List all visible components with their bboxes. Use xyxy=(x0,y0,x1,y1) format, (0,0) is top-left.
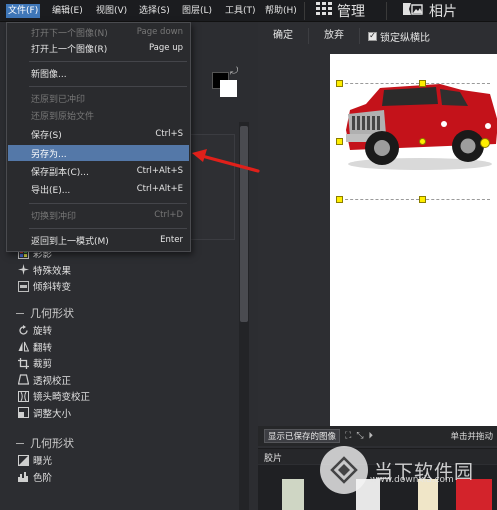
crop-icon xyxy=(18,357,29,369)
file-menu-dropdown: 打开下一个图像(N) Page down 打开上一个图像(R) Page up 新图… xyxy=(6,22,191,252)
toolbar-divider xyxy=(308,28,309,44)
selection-border-bottom xyxy=(340,199,490,200)
tool-item-crop[interactable]: 裁剪 xyxy=(18,355,238,372)
menu-item-save-as[interactable]: 另存为... xyxy=(8,145,189,161)
fit-screen-icon[interactable]: ⛶ xyxy=(345,431,351,441)
image-canvas[interactable] xyxy=(330,54,497,444)
mode-divider xyxy=(386,2,387,20)
menu-separator xyxy=(29,61,187,62)
tool-item-special-effects[interactable]: 特殊效果 xyxy=(18,262,238,279)
grid-icon xyxy=(316,2,332,20)
menu-item-new-image[interactable]: 新图像... xyxy=(8,65,189,81)
menu-separator xyxy=(29,86,187,87)
thumbnail[interactable] xyxy=(282,479,304,510)
menu-tools[interactable]: 工具(T) xyxy=(225,4,256,18)
crop-handle-center[interactable] xyxy=(419,138,426,145)
tool-item-lens-distortion[interactable]: 镜头畸变校正 xyxy=(18,388,238,405)
editor-area: 确定 放弃 ✓ 锁定纵横比 显示已保存的图像 ⛶ ⤡ ⏵ 单击并拖动 胶片 xyxy=(258,22,497,510)
tool-item-resize[interactable]: 调整大小 xyxy=(18,405,238,422)
menu-item-switch-to-develop[interactable]: 切换到冲印 Ctrl+D xyxy=(8,207,189,223)
tab-photo-label: 相片 xyxy=(429,4,457,20)
menu-separator xyxy=(29,203,187,204)
menu-item-save[interactable]: 保存(S) Ctrl+S xyxy=(8,126,189,142)
drag-hint: 单击并拖动 xyxy=(450,432,493,442)
play-icon[interactable]: ⏵ xyxy=(369,431,374,441)
lock-aspect-checkbox[interactable]: ✓ 锁定纵横比 xyxy=(368,29,430,44)
crop-handle-top[interactable] xyxy=(419,80,426,87)
tool-group-geometry: 几何形状 旋转 翻转 裁剪 透视校正 镜头畸变校正 调整大小 xyxy=(16,304,238,422)
actual-size-icon[interactable]: ⤡ xyxy=(356,431,363,441)
menu-select[interactable]: 选择(S) xyxy=(139,4,170,18)
section-header-geometry[interactable]: 几何形状 xyxy=(16,304,238,322)
discard-button[interactable]: 放弃 xyxy=(315,27,353,45)
tool-item-perspective[interactable]: 透视校正 xyxy=(18,372,238,389)
menubar-divider xyxy=(304,2,305,20)
menu-edit[interactable]: 编辑(E) xyxy=(52,4,83,18)
tab-manage-label: 管理 xyxy=(337,4,365,20)
confirm-button[interactable]: 确定 xyxy=(264,27,302,45)
levels-icon xyxy=(18,471,29,483)
tab-manage[interactable]: 管理 xyxy=(316,0,365,22)
menu-help[interactable]: 帮助(H) xyxy=(265,4,297,18)
menubar: 文件(F) 编辑(E) 视图(V) 选择(S) 图层(L) 工具(T) 帮助(H… xyxy=(0,0,497,22)
crop-handle-top-left[interactable] xyxy=(336,80,343,87)
tab-photo[interactable]: 相片 xyxy=(402,0,457,22)
menu-layer[interactable]: 图层(L) xyxy=(182,4,212,18)
watermark-url: www.downxia.com xyxy=(370,475,454,485)
filmstrip-label: 胶片 xyxy=(264,454,283,464)
crop-handle-bottom[interactable] xyxy=(419,196,426,203)
menu-item-export[interactable]: 导出(E)... Ctrl+Alt+E xyxy=(8,181,189,197)
menu-item-save-copy[interactable]: 保存副本(C)... Ctrl+Alt+S xyxy=(8,163,189,179)
tool-item-tilt-shift[interactable]: 倾斜转变 xyxy=(18,278,238,295)
watermark: 当下软件园 xyxy=(320,446,474,494)
exposure-icon xyxy=(18,454,29,466)
menu-item-revert-original[interactable]: 还原到原始文件 xyxy=(8,107,189,123)
photo-icon xyxy=(402,2,424,20)
lens-distortion-icon xyxy=(18,390,29,402)
filmstrip-header: 显示已保存的图像 ⛶ ⤡ ⏵ 单击并拖动 xyxy=(258,426,497,446)
menu-item-revert-developed[interactable]: 还原到已冲印 xyxy=(8,90,189,106)
tool-group-effects: 彩影 特殊效果 倾斜转变 xyxy=(18,245,238,295)
sparkle-icon xyxy=(18,264,29,276)
tool-group-geometry-2: 几何形状 曝光 色阶 xyxy=(16,434,238,486)
menu-file[interactable]: 文件(F) xyxy=(6,4,41,18)
rotate-icon xyxy=(18,324,29,336)
crop-handle-left[interactable] xyxy=(336,138,343,145)
checkmark-icon: ✓ xyxy=(368,31,377,41)
menu-item-open-next[interactable]: 打开下一个图像(N) Page down xyxy=(8,24,189,40)
crop-handle-bottom-left[interactable] xyxy=(336,196,343,203)
background-color-swatch[interactable] xyxy=(220,80,237,97)
tilt-shift-icon xyxy=(18,280,29,292)
swap-colors-icon[interactable]: ⤾ xyxy=(230,66,238,77)
show-saved-image-button[interactable]: 显示已保存的图像 xyxy=(264,429,341,443)
menu-view[interactable]: 视图(V) xyxy=(96,4,127,18)
perspective-icon xyxy=(18,374,29,385)
toolbar-divider xyxy=(359,28,360,44)
crop-toolbar: 确定 放弃 ✓ 锁定纵横比 xyxy=(258,24,497,48)
tool-item-flip[interactable]: 翻转 xyxy=(18,339,238,356)
menu-separator xyxy=(29,228,187,229)
watermark-logo-icon xyxy=(320,446,368,494)
tool-item-rotate[interactable]: 旋转 xyxy=(18,322,238,339)
flip-icon xyxy=(18,341,29,352)
tool-item-levels[interactable]: 色阶 xyxy=(18,469,238,486)
resize-icon xyxy=(18,407,29,419)
menu-item-open-previous[interactable]: 打开上一个图像(R) Page up xyxy=(8,40,189,56)
crop-handle-right[interactable] xyxy=(480,138,490,148)
annotation-arrow-icon xyxy=(192,149,260,173)
tool-item-exposure[interactable]: 曝光 xyxy=(18,452,238,469)
section-header-geometry-2[interactable]: 几何形状 xyxy=(16,434,238,452)
menu-item-return-previous-mode[interactable]: 返回到上一模式(M) Enter xyxy=(8,232,189,248)
